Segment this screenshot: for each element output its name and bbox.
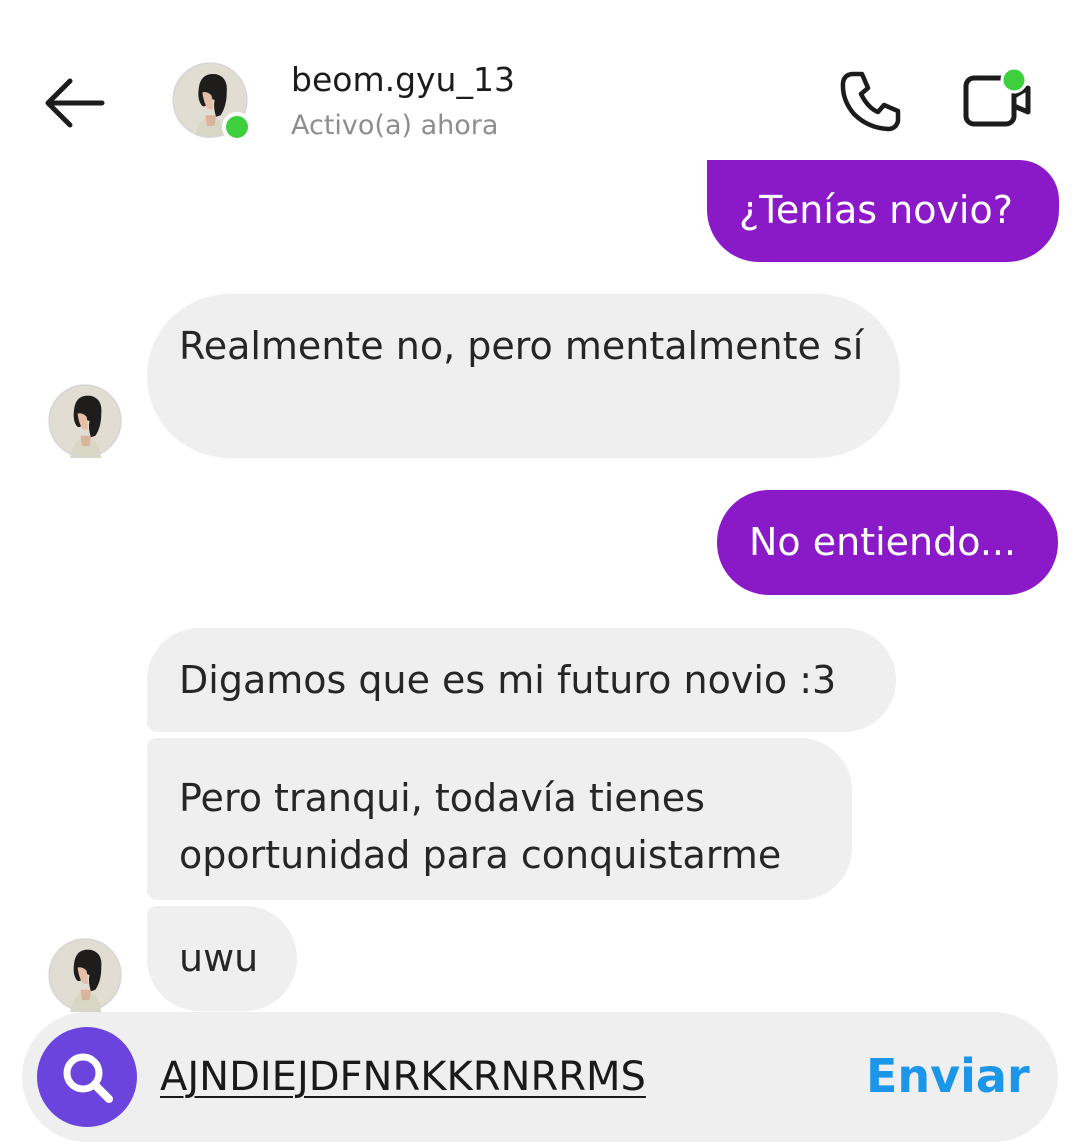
video-camera-icon <box>963 66 1031 127</box>
message-sent[interactable]: No entiendo... <box>717 490 1058 595</box>
message-text: uwu <box>179 936 259 980</box>
message-composer: AJNDIEJDFNRKKRNRRMS Enviar <box>22 1012 1058 1142</box>
chat-screen: beom.gyu_13 Activo(a) ahora ¿Tenías novi… <box>0 0 1080 1144</box>
arrow-left-icon <box>45 78 105 128</box>
message-text: ¿Tenías novio? <box>739 188 1013 232</box>
back-button[interactable] <box>40 75 106 131</box>
video-call-button[interactable] <box>960 66 1032 130</box>
message-received[interactable]: Pero tranqui, todavía tienes oportunidad… <box>147 738 852 900</box>
chat-header: beom.gyu_13 Activo(a) ahora <box>0 0 1080 170</box>
contact-username[interactable]: beom.gyu_13 <box>291 60 515 99</box>
send-button[interactable]: Enviar <box>866 1048 1030 1104</box>
message-text: Digamos que es mi futuro novio :3 <box>179 658 837 702</box>
voice-call-button[interactable] <box>838 68 904 134</box>
message-sent[interactable]: ¿Tenías novio? <box>707 160 1059 262</box>
contact-avatar[interactable] <box>172 62 252 142</box>
message-received[interactable]: Realmente no, pero mentalmente sí <box>147 294 900 458</box>
message-input[interactable]: AJNDIEJDFNRKKRNRRMS <box>160 1052 646 1102</box>
search-icon <box>63 1053 113 1103</box>
message-text: Realmente no, pero mentalmente sí <box>179 324 864 368</box>
message-received[interactable]: uwu <box>147 906 297 1011</box>
contact-status: Activo(a) ahora <box>291 110 499 141</box>
search-button[interactable] <box>37 1027 137 1127</box>
online-status-dot <box>222 112 252 142</box>
message-text: Pero tranqui, todavía tienes oportunidad… <box>179 776 782 877</box>
contact-avatar-small[interactable] <box>48 384 122 458</box>
phone-icon <box>840 71 901 132</box>
message-text: No entiendo... <box>749 520 1017 564</box>
contact-avatar-small[interactable] <box>48 938 122 1012</box>
message-received[interactable]: Digamos que es mi futuro novio :3 <box>147 628 896 732</box>
